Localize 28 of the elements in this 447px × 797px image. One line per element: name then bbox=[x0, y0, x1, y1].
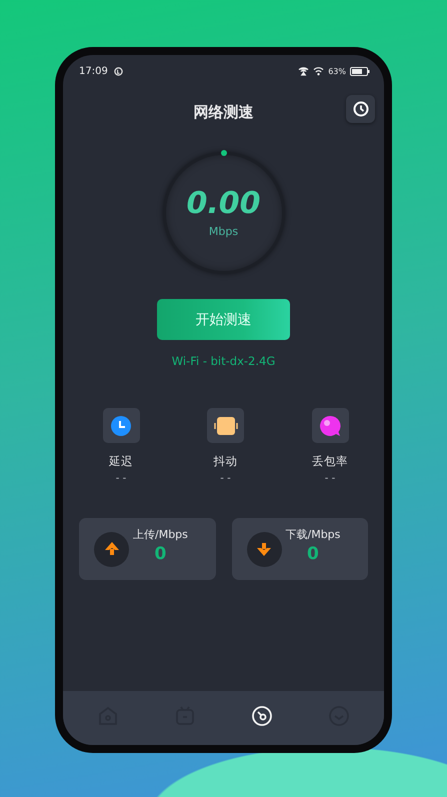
status-time: 17:09 bbox=[79, 66, 108, 76]
battery-percent: 63% bbox=[328, 66, 346, 76]
page-title: 网络测速 bbox=[194, 102, 254, 122]
arrow-circle-icon bbox=[94, 532, 129, 566]
transfer-label: 上传/Mbps bbox=[133, 526, 188, 542]
transfer-value: 0 bbox=[154, 544, 166, 564]
hotspot-icon bbox=[298, 66, 310, 76]
start-test-button[interactable]: 开始测速 bbox=[157, 299, 290, 340]
metric-value: - - bbox=[116, 473, 126, 484]
speed-value: 0.00 bbox=[186, 188, 261, 218]
transfer-value: 0 bbox=[307, 544, 319, 564]
status-circle-icon bbox=[114, 66, 123, 76]
chat-bubble-icon bbox=[319, 414, 341, 436]
network-name: Wi-Fi - bit-dx-2.4G bbox=[170, 354, 276, 368]
clock-icon bbox=[352, 101, 368, 117]
arrow-circle-icon bbox=[246, 532, 282, 566]
history-button[interactable] bbox=[346, 95, 375, 123]
vibrating-square-icon bbox=[212, 416, 238, 436]
battery-icon bbox=[350, 66, 370, 76]
transfer-label: 下载/Mbps bbox=[286, 526, 340, 542]
metric-value: - - bbox=[324, 473, 336, 484]
metric-label: 丢包率 bbox=[312, 454, 348, 469]
clock-icon bbox=[111, 416, 131, 436]
speed-unit: Mbps bbox=[208, 224, 238, 238]
metric-label: 延迟 bbox=[109, 454, 133, 469]
wifi-icon bbox=[313, 66, 324, 76]
metric-value: - - bbox=[220, 473, 231, 484]
metric-label: 抖动 bbox=[214, 454, 238, 469]
